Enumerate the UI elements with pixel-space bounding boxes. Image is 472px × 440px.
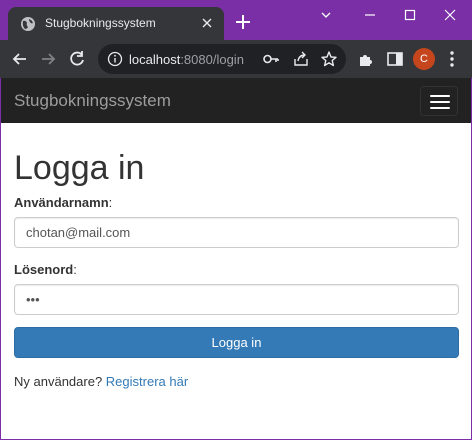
register-prompt: Ny användare? Registrera här <box>14 374 188 389</box>
maximize-icon[interactable] <box>398 6 422 24</box>
close-window-icon[interactable] <box>438 6 462 24</box>
hamburger-bar <box>430 95 450 97</box>
register-prompt-text: Ny användare? <box>14 374 103 389</box>
browser-tab[interactable]: Stugbokningssystem <box>8 7 224 40</box>
close-tab-icon[interactable] <box>198 14 216 32</box>
url-text[interactable]: localhost:8080/login <box>129 52 244 67</box>
page-title: Logga in <box>14 149 145 187</box>
hamburger-bar <box>430 107 450 109</box>
info-icon[interactable] <box>107 51 123 67</box>
app-navbar: Stugbokningssystem <box>1 78 471 123</box>
password-field[interactable] <box>14 284 459 315</box>
username-field[interactable] <box>14 217 459 248</box>
url-path: :8080/login <box>180 52 244 67</box>
username-label-text: Användarnamn <box>14 195 109 210</box>
tab-title: Stugbokningssystem <box>45 16 156 30</box>
address-bar[interactable]: localhost:8080/login <box>98 44 346 74</box>
side-panel-icon[interactable] <box>385 49 405 69</box>
star-icon[interactable] <box>320 50 338 68</box>
profile-avatar[interactable]: C <box>413 48 435 70</box>
kebab-menu-icon[interactable] <box>442 49 462 69</box>
register-link[interactable]: Registrera här <box>106 374 188 389</box>
browser-titlebar: Stugbokningssystem <box>0 0 472 40</box>
back-arrow-icon[interactable] <box>10 49 30 69</box>
password-label-text: Lösenord <box>14 262 74 277</box>
share-icon[interactable] <box>292 50 310 68</box>
url-host: localhost <box>129 52 181 67</box>
hamburger-menu-icon[interactable] <box>420 86 458 116</box>
globe-icon <box>21 17 35 31</box>
extensions-icon[interactable] <box>356 49 376 69</box>
reload-icon[interactable] <box>67 49 87 69</box>
browser-toolbar: localhost:8080/login C <box>0 40 472 78</box>
navbar-brand[interactable]: Stugbokningssystem <box>14 91 171 111</box>
page-content: Stugbokningssystem Logga in Användarnamn… <box>1 78 471 439</box>
forward-arrow-icon[interactable] <box>38 49 58 69</box>
new-tab-icon[interactable] <box>234 13 252 31</box>
username-label: Användarnamn: <box>14 195 113 210</box>
minimize-icon[interactable] <box>358 6 382 24</box>
key-icon[interactable] <box>262 50 280 68</box>
password-label: Lösenord: <box>14 262 77 277</box>
login-button[interactable]: Logga in <box>14 327 459 358</box>
chevron-down-icon[interactable] <box>314 6 338 24</box>
hamburger-bar <box>430 101 450 103</box>
